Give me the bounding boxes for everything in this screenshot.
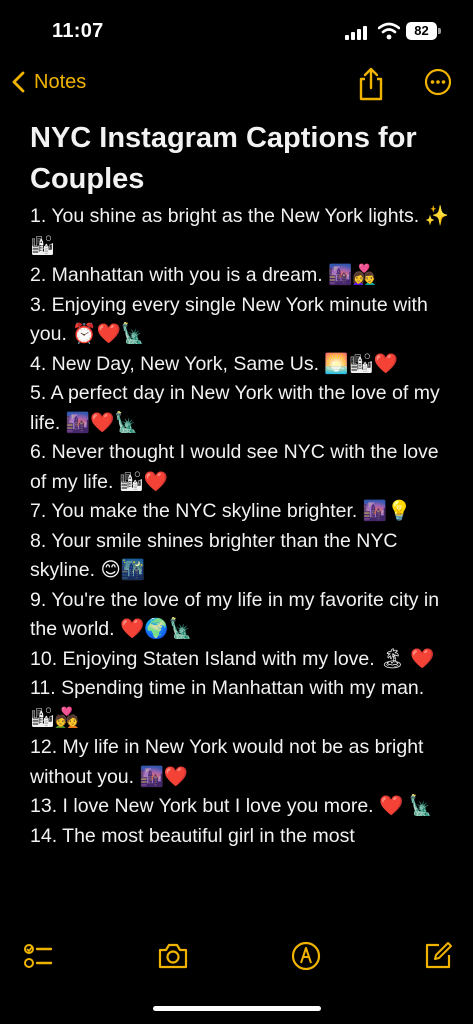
back-button-label: Notes xyxy=(34,70,87,93)
caption-item: 1. You shine as bright as the New York l… xyxy=(30,205,449,257)
checklist-icon[interactable] xyxy=(22,940,54,972)
camera-icon[interactable] xyxy=(157,940,189,972)
status-time: 11:07 xyxy=(52,20,104,42)
nav-bar: Notes xyxy=(0,60,473,110)
status-bar: 11:07 82 xyxy=(0,0,473,64)
back-button[interactable]: Notes xyxy=(8,68,86,96)
caption-item: 4. New Day, New York, Same Us. 🌅🏙❤️ xyxy=(30,352,398,375)
caption-item: 3. Enjoying every single New York minute… xyxy=(30,293,428,346)
battery-indicator: 82 xyxy=(406,22,437,40)
compose-icon[interactable] xyxy=(422,940,454,972)
home-indicator[interactable] xyxy=(153,1006,321,1011)
battery-tip xyxy=(438,28,441,34)
caption-item: 14. The most beautiful girl in the most xyxy=(30,824,355,847)
ellipsis-circle-icon[interactable] xyxy=(424,68,452,96)
caption-list: 1. You shine as bright as the New York l… xyxy=(30,202,450,851)
caption-item: 2. Manhattan with you is a dream. 🌆👩‍❤️‍… xyxy=(30,264,377,286)
note-body[interactable]: NYC Instagram Captions for Couples 1. Yo… xyxy=(30,118,450,918)
cellular-signal-icon xyxy=(345,26,369,40)
note-title: NYC Instagram Captions for Couples xyxy=(30,122,417,195)
caption-item: 11. Spending time in Manhattan with my m… xyxy=(30,677,425,729)
caption-item: 12. My life in New York would not be as … xyxy=(30,736,424,788)
caption-item: 13. I love New York but I love you more.… xyxy=(30,795,433,817)
wifi-icon xyxy=(378,22,400,40)
caption-item: 6. Never thought I would see NYC with th… xyxy=(30,441,439,493)
caption-item: 8. Your smile shines brighter than the N… xyxy=(30,529,398,582)
chevron-left-icon xyxy=(12,71,25,93)
caption-item: 9. You're the love of my life in my favo… xyxy=(30,588,440,641)
markup-pen-icon[interactable] xyxy=(290,940,322,972)
caption-item: 5. A perfect day in New York with the lo… xyxy=(30,382,440,434)
share-icon[interactable] xyxy=(356,66,386,102)
caption-item: 7. You make the NYC skyline brighter. 🌆💡 xyxy=(30,500,412,522)
bottom-toolbar xyxy=(0,936,473,980)
caption-item: 10. Enjoying Staten Island with my love.… xyxy=(30,647,435,670)
